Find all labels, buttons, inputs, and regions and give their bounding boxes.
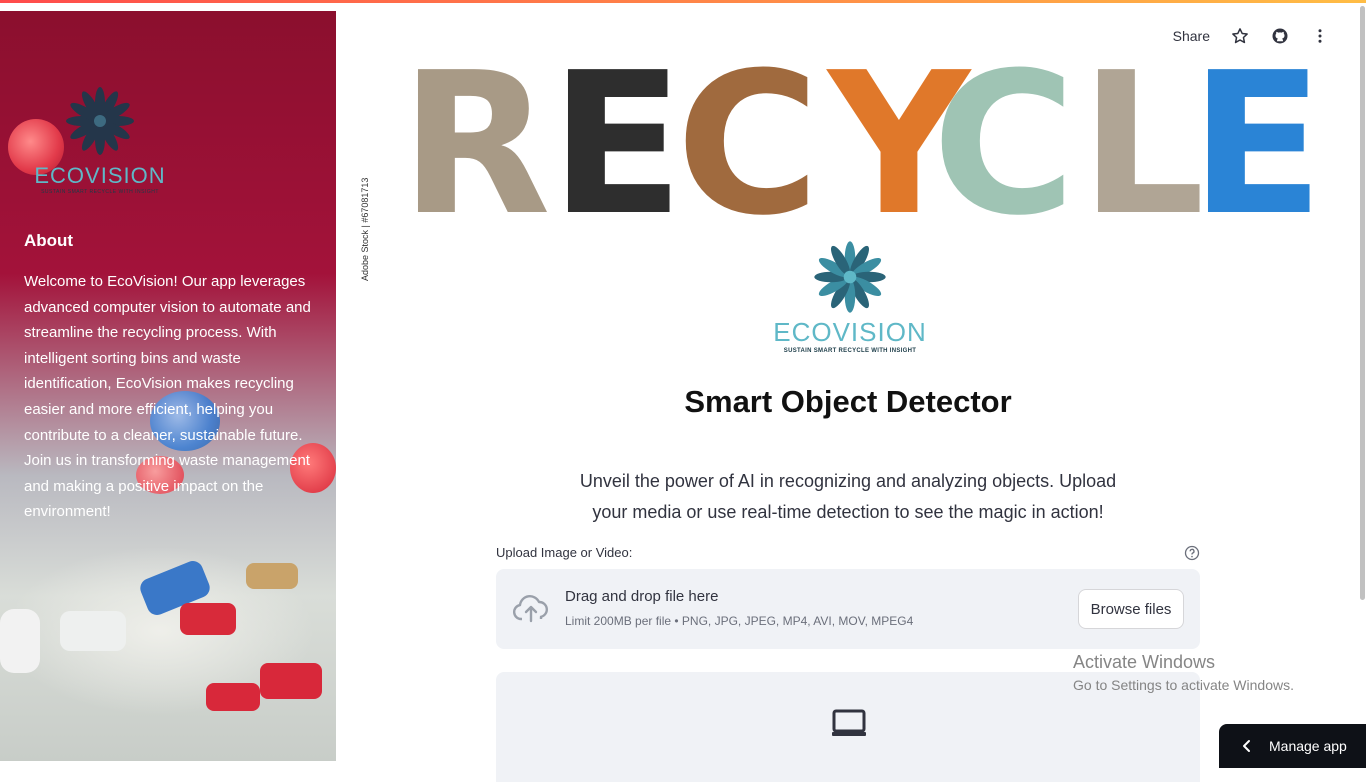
banner-letter: C (676, 31, 820, 259)
drag-drop-text: Drag and drop file here (565, 588, 719, 605)
help-icon[interactable] (1184, 545, 1200, 561)
banner-letter: E (550, 31, 684, 259)
stock-credit: Adobe Stock | #67081713 (355, 178, 370, 286)
laptop-icon (832, 708, 866, 738)
watermark-subtitle: Go to Settings to activate Windows. (1073, 677, 1294, 693)
manage-app-label: Manage app (1269, 738, 1347, 754)
chevron-left-icon (1241, 739, 1253, 753)
bottle-cap-decoration (246, 563, 298, 589)
manage-app-button[interactable]: Manage app (1219, 724, 1366, 768)
banner-letter: C (932, 31, 1076, 259)
banner-letter: E (1190, 31, 1324, 259)
stock-credit-text: Adobe Stock | #67081713 (360, 177, 370, 281)
bottle-cap-decoration (180, 603, 236, 635)
recycle-banner: R E C Y C L E (400, 31, 1324, 259)
ecovision-emblem-icon (814, 241, 886, 313)
bottle-cap-decoration (206, 683, 260, 711)
windows-activation-watermark: Activate Windows Go to Settings to activ… (1073, 652, 1294, 693)
sidebar: ECOVISION SUSTAIN SMART RECYCLE WITH INS… (0, 11, 336, 761)
sidebar-logo-tagline: SUSTAIN SMART RECYCLE WITH INSIGHT (41, 189, 159, 195)
bottle-cap-decoration (260, 663, 322, 699)
dropzone-text: Drag and drop file here Limit 200MB per … (565, 588, 913, 628)
watermark-title: Activate Windows (1073, 652, 1216, 672)
file-dropzone[interactable]: Drag and drop file here Limit 200MB per … (496, 569, 1200, 649)
cloud-upload-icon (512, 593, 550, 625)
banner-letter: R (400, 31, 551, 259)
page-description: Unveil the power of AI in recognizing an… (579, 471, 1117, 522)
about-heading: About (24, 231, 74, 250)
about-section: About Welcome to EcoVision! Our app leve… (24, 231, 314, 525)
browse-files-button[interactable]: Browse files (1078, 589, 1184, 629)
sidebar-logo: ECOVISION SUSTAIN SMART RECYCLE WITH INS… (30, 81, 170, 195)
upload-label: Upload Image or Video: (496, 545, 633, 560)
main-logo-name: ECOVISION (773, 317, 927, 347)
main-logo-tagline: SUSTAIN SMART RECYCLE WITH INSIGHT (783, 348, 917, 354)
bottle-cap-decoration (60, 611, 126, 651)
file-limit-text: Limit 200MB per file • PNG, JPG, JPEG, M… (565, 614, 914, 628)
bottle-cap-decoration (0, 609, 40, 673)
main-logo: ECOVISION SUSTAIN SMART RECYCLE WITH INS… (770, 235, 930, 354)
top-decoration-bar (0, 0, 1366, 3)
page-title: Smart Object Detector (684, 384, 1012, 419)
page-scrollbar[interactable] (1360, 0, 1366, 600)
about-text: Welcome to EcoVision! Our app leverages … (24, 273, 311, 521)
scrollbar-thumb[interactable] (1360, 6, 1365, 600)
ecovision-emblem-icon (66, 87, 134, 155)
banner-letter: L (1080, 31, 1205, 259)
sidebar-logo-name: ECOVISION (34, 163, 166, 188)
